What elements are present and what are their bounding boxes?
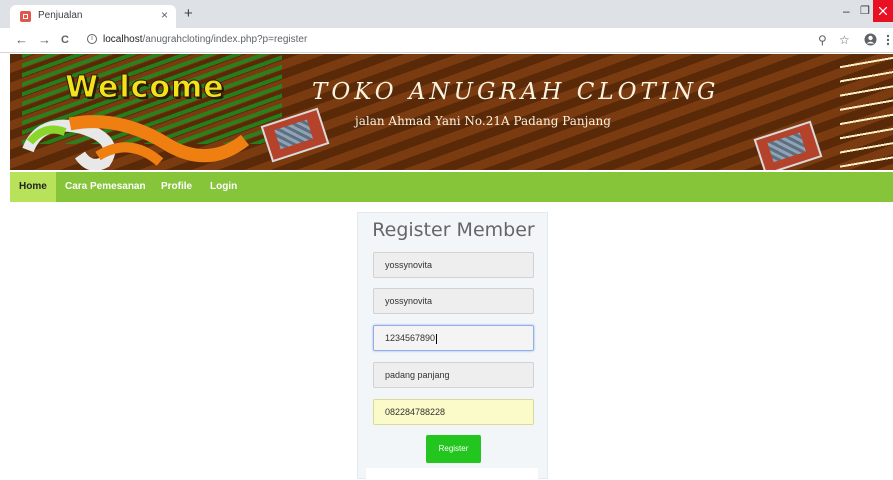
password-value: 1234567890 <box>385 333 436 343</box>
url-host: localhost <box>103 34 143 45</box>
phone-value: 082284788228 <box>385 407 446 417</box>
favicon-icon <box>20 11 31 22</box>
restore-window-button[interactable]: ❐ <box>860 4 870 17</box>
menu-item-login[interactable]: Login <box>201 172 246 202</box>
text-cursor <box>436 333 438 344</box>
welcome-logo: Welcome <box>65 70 225 106</box>
register-panel: Register Member yossynovita yossynovita … <box>357 212 548 480</box>
reload-button[interactable]: C <box>61 34 69 46</box>
account-icon[interactable] <box>864 33 877 46</box>
tab-title: Penjualan <box>38 10 83 21</box>
password-field[interactable]: 1234567890 <box>373 325 534 351</box>
phone-field[interactable]: 082284788228 <box>373 399 534 425</box>
banner-edge-lines <box>840 54 893 170</box>
back-button[interactable]: ← <box>15 32 28 47</box>
new-tab-button[interactable]: + <box>184 5 193 22</box>
browser-tab[interactable]: Penjualan × <box>10 5 176 28</box>
name-value: yossynovita <box>385 296 433 306</box>
menu-item-home[interactable]: Home <box>10 172 56 202</box>
minimize-window-button[interactable]: – <box>843 4 850 18</box>
shop-address: jalan Ahmad Yani No.21A Padang Panjang <box>355 114 611 128</box>
shop-name: TOKO ANUGRAH CLOTING <box>312 79 720 105</box>
register-title: Register Member <box>372 219 535 241</box>
tab-close-icon[interactable]: × <box>161 8 168 22</box>
register-button[interactable]: Register <box>426 435 481 463</box>
name-field[interactable]: yossynovita <box>373 288 534 314</box>
site-banner: Welcome TOKO ANUGRAH CLOTING jalan Ahmad… <box>10 54 893 170</box>
info-icon[interactable]: i <box>87 34 97 44</box>
swirl-decoration <box>22 115 250 170</box>
menu-item-cara-pemesanan[interactable]: Cara Pemesanan <box>56 172 155 202</box>
browser-tab-bar: Penjualan × + – ❐ <box>0 0 893 28</box>
close-icon <box>879 7 887 15</box>
zoom-icon[interactable]: ⚲ <box>818 33 827 47</box>
address-value: padang panjang <box>385 370 450 380</box>
main-menu: Home Cara Pemesanan Profile Login <box>10 172 893 202</box>
username-value: yossynovita <box>385 260 433 270</box>
menu-item-profile[interactable]: Profile <box>152 172 201 202</box>
address-bar: ← → C i localhost/anugrahcloting/index.p… <box>0 28 893 53</box>
close-window-button[interactable] <box>873 0 893 22</box>
bookmark-star-icon[interactable]: ☆ <box>839 33 850 47</box>
panel-footer <box>366 468 538 480</box>
menu-dots-icon[interactable] <box>886 34 890 46</box>
username-field[interactable]: yossynovita <box>373 252 534 278</box>
forward-button[interactable]: → <box>38 32 51 47</box>
url-field[interactable]: localhost/anugrahcloting/index.php?p=reg… <box>103 34 307 45</box>
address-field[interactable]: padang panjang <box>373 362 534 388</box>
url-path: /anugrahcloting/index.php?p=register <box>142 34 308 45</box>
product-image <box>753 120 823 170</box>
